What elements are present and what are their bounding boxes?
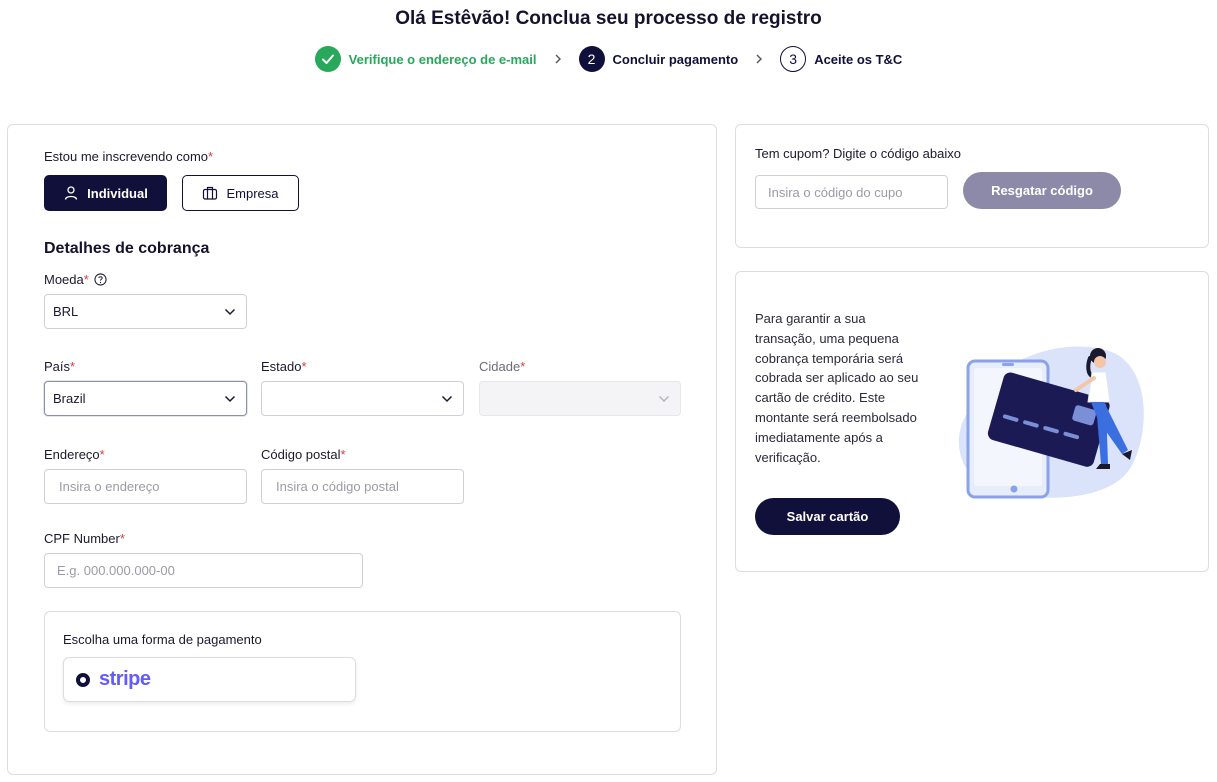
address-label: Endereço* [44,447,105,462]
required-mark: * [520,359,526,374]
label-text: Estado [261,359,302,374]
chevron-right-icon [738,53,780,65]
address-input[interactable]: Insira o endereço [44,469,247,504]
label-text: Endereço [44,447,100,462]
step-accept-terms: 3 Aceite os T&C [780,46,902,72]
redeem-code-button[interactable]: Resgatar código [963,172,1121,209]
help-circle-icon[interactable] [94,273,107,286]
credit-card-illustration [958,346,1144,499]
registration-card: Estou me inscrevendo como* Individual Em… [7,124,717,775]
label-text: Código postal [261,447,341,462]
country-value: Brazil [53,391,86,406]
save-card-panel: Para garantir a sua transação, uma peque… [735,271,1209,572]
payment-method-box: Escolha uma forma de pagamento stripe [44,611,681,732]
required-mark: * [119,531,125,546]
save-card-button[interactable]: Salvar cartão [755,498,900,535]
step-label: Concluir pagamento [612,51,739,67]
required-mark: * [208,149,214,164]
individual-button[interactable]: Individual [44,175,167,211]
step-label: Aceite os T&C [814,51,903,67]
registration-stepper: Verifique o endereço de e-mail 2 Conclui… [0,46,1217,72]
required-mark: * [70,359,76,374]
label-text: País [44,359,71,374]
individual-label: Individual [87,185,148,201]
address-placeholder: Insira o endereço [59,479,160,494]
briefcase-icon [203,186,218,200]
coupon-card: Tem cupom? Digite o código abaixo Insira… [735,124,1209,248]
label-text: Moeda [44,272,84,287]
required-mark: * [340,447,346,462]
radio-selected-icon [76,672,90,687]
billing-details-title: Detalhes de cobrança [44,240,210,257]
cpf-placeholder: E.g. 000.000.000-00 [57,563,175,578]
cpf-input[interactable]: E.g. 000.000.000-00 [44,553,363,588]
signup-as-label: Estou me inscrevendo como* [44,149,213,164]
currency-select[interactable]: BRL [44,294,247,329]
coupon-placeholder: Insira o código do cupo [768,184,903,200]
chevron-down-icon [224,395,236,402]
city-label: Cidade* [479,359,525,374]
coupon-input[interactable]: Insira o código do cupo [755,175,948,209]
chevron-down-icon [441,395,453,402]
label-text: CPF Number [44,531,120,546]
required-mark: * [83,272,89,287]
step-verify-email: Verifique o endereço de e-mail [314,46,537,72]
page-title: Olá Estêvão! Conclua seu processo de reg… [395,8,822,29]
step-number: 2 [578,46,605,72]
payment-method-title: Escolha uma forma de pagamento [63,632,262,647]
label-text: Cidade [479,359,521,374]
state-select[interactable] [261,381,464,416]
chevron-right-icon [537,53,579,65]
city-select[interactable] [479,381,681,416]
company-label: Empresa [226,185,279,201]
cpf-label: CPF Number* [44,531,125,546]
postal-code-input[interactable]: Insira o código postal [261,469,464,504]
country-select[interactable]: Brazil [44,381,247,416]
required-mark: * [301,359,307,374]
step-payment: 2 Concluir pagamento [578,46,739,72]
currency-label: Moeda * [44,272,107,287]
postal-code-placeholder: Insira o código postal [276,479,399,494]
state-label: Estado* [261,359,307,374]
chevron-down-icon [224,308,236,315]
currency-value: BRL [53,304,79,319]
stripe-logo: stripe [99,668,151,690]
label-text: Estou me inscrevendo como [44,149,209,164]
stripe-payment-option[interactable]: stripe [63,657,356,702]
save-card-description: Para garantir a sua transação, uma peque… [755,311,919,465]
company-button[interactable]: Empresa [182,175,299,211]
country-label: País* [44,359,75,374]
chevron-down-icon [658,395,670,402]
required-mark: * [99,447,105,462]
user-icon [65,186,78,200]
step-label: Verifique o endereço de e-mail [348,51,537,67]
check-icon [314,46,341,72]
coupon-title: Tem cupom? Digite o código abaixo [755,146,961,161]
step-number: 3 [780,46,807,72]
postal-code-label: Código postal* [261,447,346,462]
